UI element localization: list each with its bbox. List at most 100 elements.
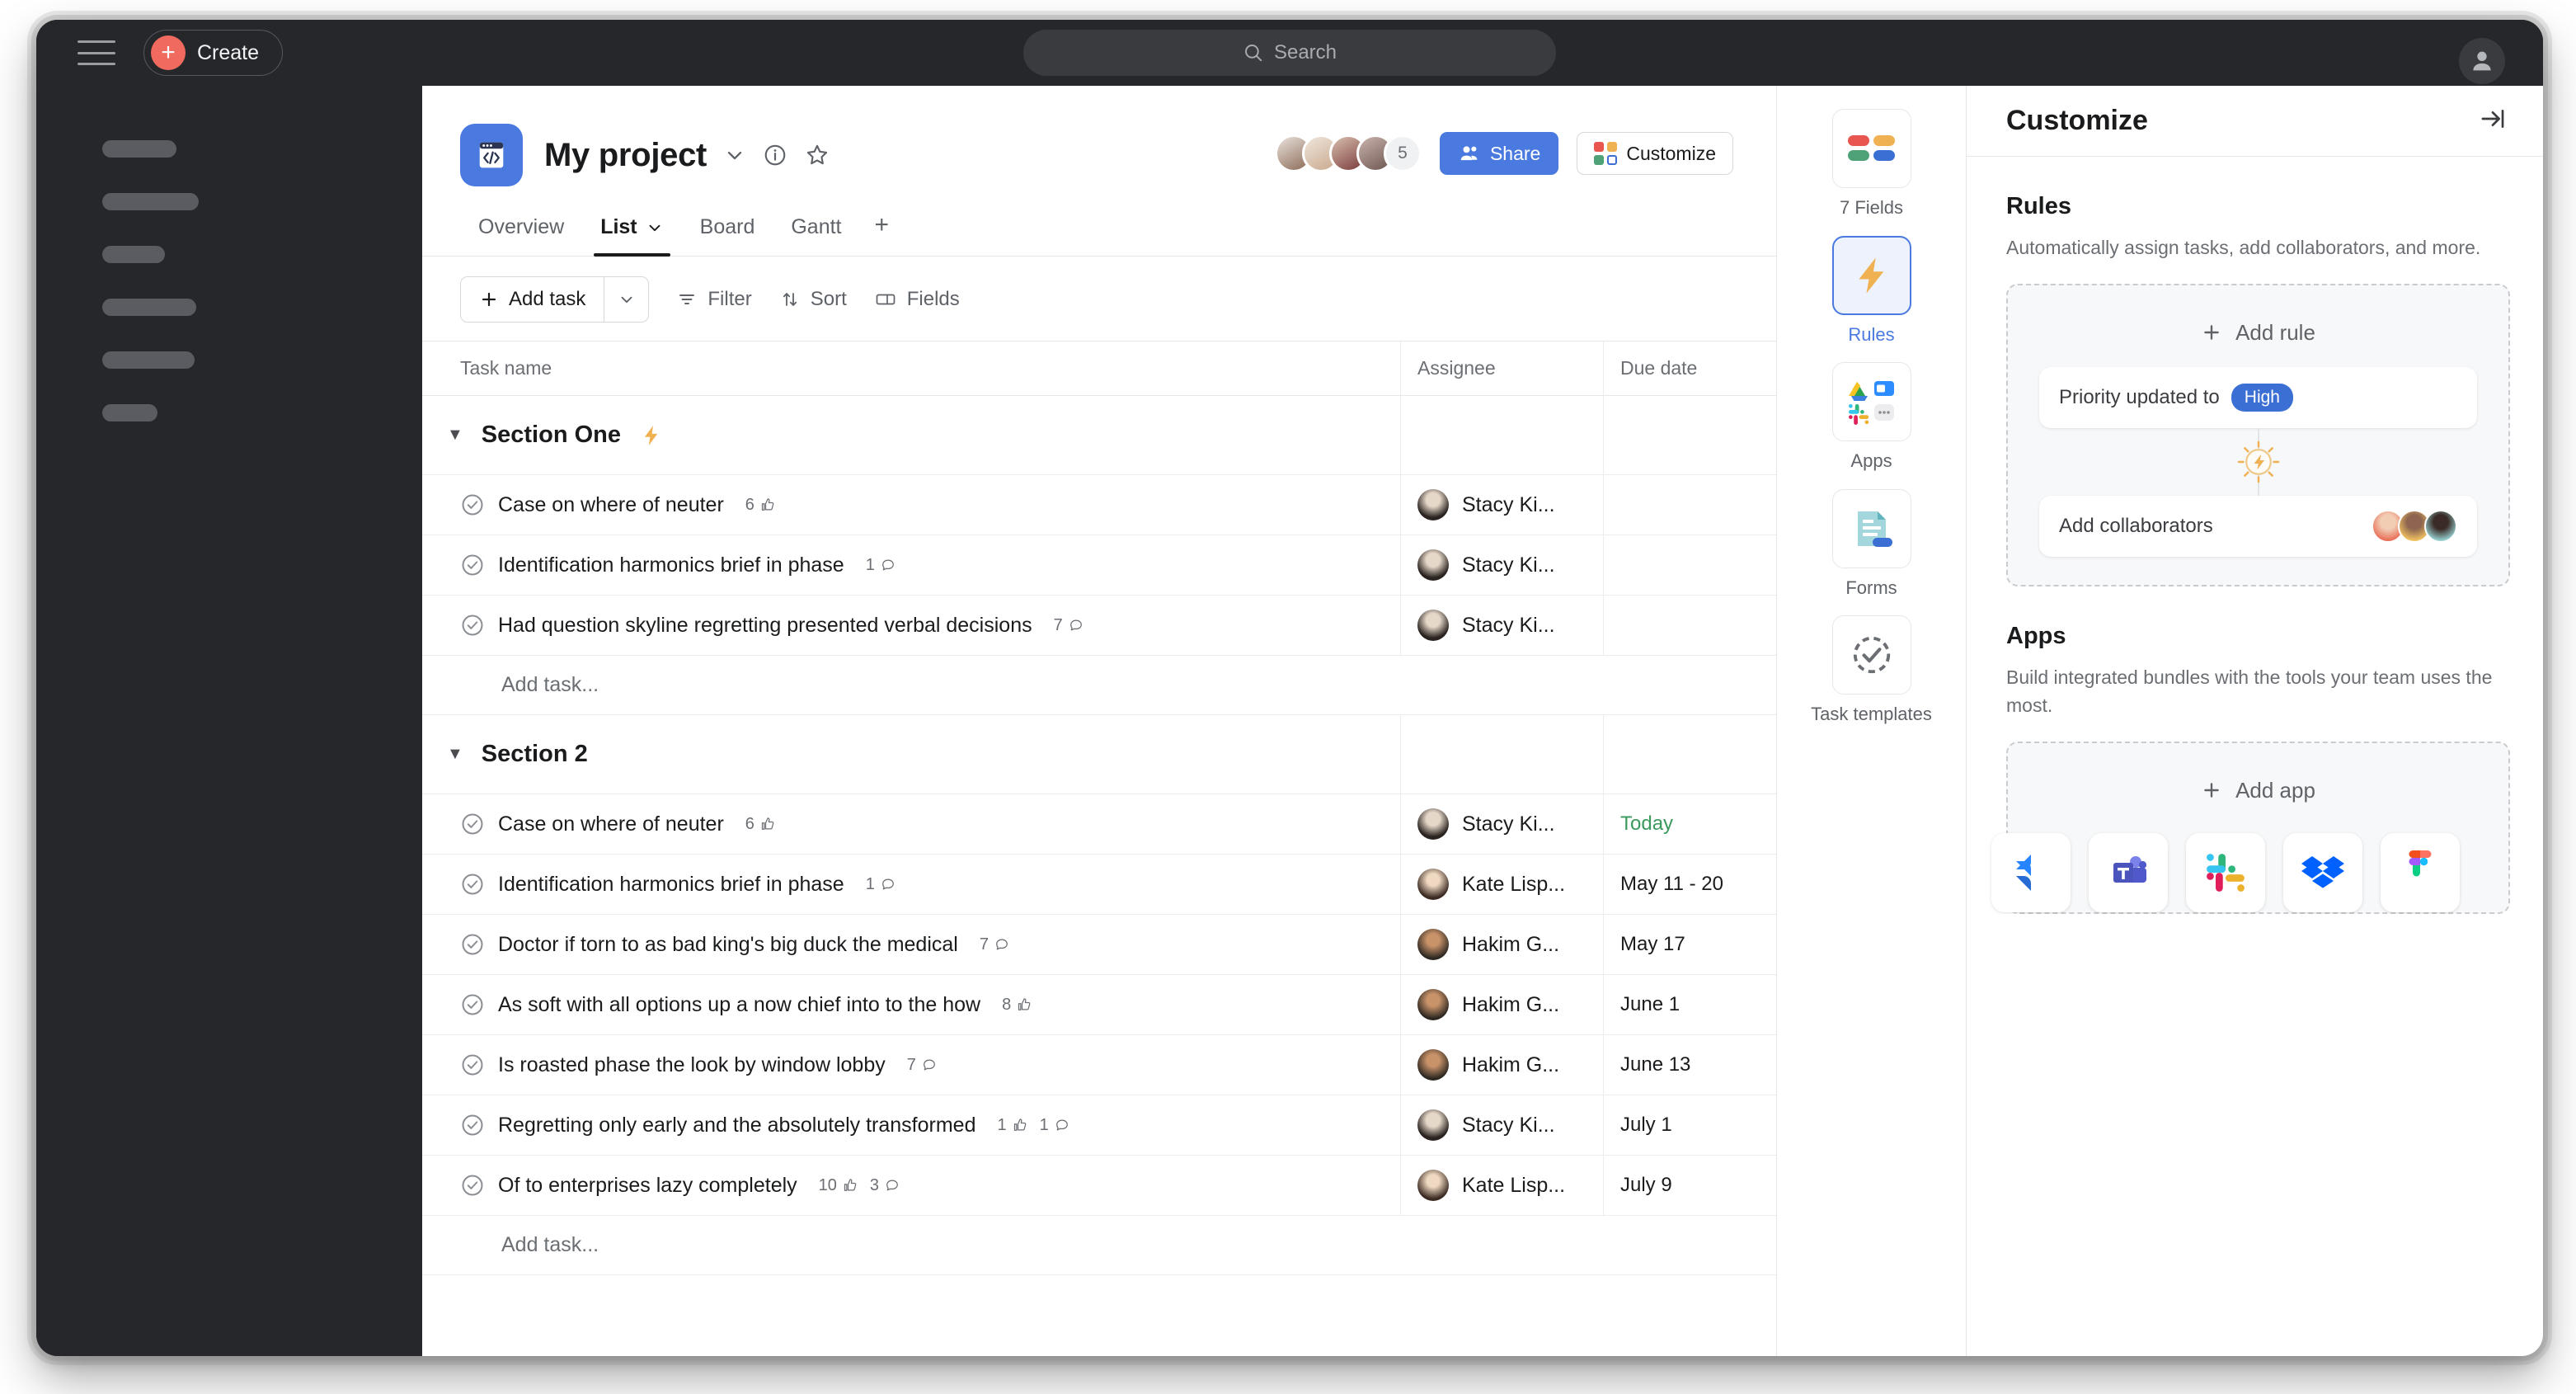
add-task-main[interactable]: Add task <box>461 277 604 322</box>
task-name-cell[interactable]: Identification harmonics brief in phase … <box>422 553 1400 577</box>
check-circle-icon[interactable] <box>460 492 485 517</box>
rail-item-rules[interactable]: Rules <box>1777 235 1966 346</box>
table-row[interactable]: Identification harmonics brief in phase … <box>422 535 1776 596</box>
due-date-cell[interactable]: May 11 - 20 <box>1603 855 1776 914</box>
rail-item-apps[interactable]: Apps <box>1777 362 1966 473</box>
task-name-cell[interactable]: Had question skyline regretting presente… <box>422 613 1400 638</box>
add-task-caret[interactable] <box>604 277 648 322</box>
column-header-task-name[interactable]: Task name <box>422 357 1400 379</box>
check-circle-icon[interactable] <box>460 1173 485 1198</box>
sidebar-skeleton-item <box>102 351 195 369</box>
task-name-cell[interactable]: Is roasted phase the look by window lobb… <box>422 1053 1400 1077</box>
microsoft-teams-icon[interactable] <box>2089 832 2168 912</box>
table-row[interactable]: Is roasted phase the look by window lobb… <box>422 1035 1776 1095</box>
filter-button[interactable]: Filter <box>677 288 752 311</box>
task-name-cell[interactable]: Identification harmonics brief in phase … <box>422 872 1400 897</box>
task-name-cell[interactable]: As soft with all options up a now chief … <box>422 992 1400 1017</box>
sort-arrows-icon <box>783 293 797 306</box>
task-name-cell[interactable]: Regretting only early and the absolutely… <box>422 1113 1400 1137</box>
search-input[interactable]: Search <box>1023 30 1556 76</box>
task-name-cell[interactable]: Case on where of neuter 6 <box>422 492 1400 517</box>
figma-icon[interactable] <box>2381 832 2460 912</box>
avatar[interactable] <box>2459 38 2505 84</box>
due-date-cell[interactable]: July 9 <box>1603 1156 1776 1215</box>
add-task-row[interactable]: Add task... <box>422 1216 1776 1275</box>
assignee-cell[interactable]: Stacy Ki... <box>1400 1095 1603 1155</box>
rail-item-forms[interactable]: Forms <box>1777 488 1966 600</box>
due-date-cell[interactable]: June 1 <box>1603 975 1776 1034</box>
sort-button[interactable]: Sort <box>780 288 847 311</box>
add-rule-button[interactable]: Add rule <box>2039 308 2477 367</box>
avatar <box>1417 929 1449 960</box>
due-date-cell[interactable]: July 1 <box>1603 1095 1776 1155</box>
slack-icon[interactable] <box>2186 832 2265 912</box>
create-button[interactable]: + Create <box>143 30 284 76</box>
table-row[interactable]: As soft with all options up a now chief … <box>422 975 1776 1035</box>
assignee-name: Stacy Ki... <box>1462 553 1555 577</box>
check-circle-icon[interactable] <box>460 613 485 638</box>
collapse-caret-icon[interactable]: ▼ <box>447 745 463 764</box>
assignee-cell[interactable]: Kate Lisp... <box>1400 855 1603 914</box>
due-date-cell[interactable] <box>1603 535 1776 595</box>
assignee-cell[interactable]: Stacy Ki... <box>1400 535 1603 595</box>
hamburger-icon[interactable] <box>78 40 115 65</box>
tab-board[interactable]: Board <box>682 215 773 256</box>
rail-item-task-templates[interactable]: Task templates <box>1777 615 1966 726</box>
fields-button[interactable]: Fields <box>875 288 960 311</box>
jira-icon[interactable] <box>1991 832 2071 912</box>
check-circle-icon[interactable] <box>460 812 485 836</box>
due-date-cell[interactable] <box>1603 475 1776 535</box>
assignee-cell[interactable]: Hakim G... <box>1400 975 1603 1034</box>
member-overflow-count[interactable]: 5 <box>1383 134 1422 172</box>
add-task-row[interactable]: Add task... <box>422 656 1776 715</box>
rule-trigger-card[interactable]: Priority updated to High <box>2039 366 2477 428</box>
assignee-cell[interactable]: Stacy Ki... <box>1400 794 1603 854</box>
star-icon[interactable] <box>804 142 830 168</box>
check-circle-icon[interactable] <box>460 992 485 1017</box>
member-avatars[interactable]: 5 <box>1274 134 1422 172</box>
due-date-cell[interactable] <box>1603 596 1776 655</box>
check-circle-icon[interactable] <box>460 872 485 897</box>
column-header-assignee[interactable]: Assignee <box>1400 341 1603 395</box>
customize-button[interactable]: Customize <box>1577 132 1733 175</box>
due-date-cell[interactable]: June 13 <box>1603 1035 1776 1095</box>
table-row[interactable]: Case on where of neuter 6 Stacy Ki... <box>422 475 1776 535</box>
task-name-cell[interactable]: Doctor if torn to as bad king's big duck… <box>422 932 1400 957</box>
rule-action-card[interactable]: Add collaborators <box>2039 495 2477 557</box>
dropbox-icon[interactable] <box>2283 832 2362 912</box>
due-date-cell[interactable]: Today <box>1603 794 1776 854</box>
add-view-button[interactable]: + <box>860 211 905 256</box>
assignee-cell[interactable]: Kate Lisp... <box>1400 1156 1603 1215</box>
table-row[interactable]: Case on where of neuter 6 Stacy Ki... To… <box>422 794 1776 855</box>
task-name-cell[interactable]: Of to enterprises lazy completely 10 3 <box>422 1173 1400 1198</box>
section-header-row[interactable]: ▼ Section 2 <box>422 715 1776 794</box>
collapse-caret-icon[interactable]: ▼ <box>447 426 463 445</box>
due-date-cell[interactable]: May 17 <box>1603 915 1776 974</box>
tab-list[interactable]: List <box>582 215 681 257</box>
add-app-button[interactable]: Add app <box>2039 766 2477 825</box>
check-circle-icon[interactable] <box>460 1113 485 1137</box>
collapse-right-icon[interactable] <box>2479 105 2507 137</box>
check-circle-icon[interactable] <box>460 553 485 577</box>
table-row[interactable]: Identification harmonics brief in phase … <box>422 855 1776 915</box>
assignee-cell[interactable]: Stacy Ki... <box>1400 475 1603 535</box>
check-circle-icon[interactable] <box>460 932 485 957</box>
tab-gantt[interactable]: Gantt <box>773 215 859 256</box>
share-button[interactable]: Share <box>1439 132 1559 175</box>
tab-overview[interactable]: Overview <box>460 215 582 256</box>
column-header-due-date[interactable]: Due date <box>1603 341 1776 395</box>
check-circle-icon[interactable] <box>460 1053 485 1077</box>
table-row[interactable]: Of to enterprises lazy completely 10 3 K… <box>422 1156 1776 1216</box>
assignee-cell[interactable]: Hakim G... <box>1400 1035 1603 1095</box>
task-name-cell[interactable]: Case on where of neuter 6 <box>422 812 1400 836</box>
assignee-cell[interactable]: Hakim G... <box>1400 915 1603 974</box>
add-task-button[interactable]: Add task <box>460 276 650 323</box>
chevron-down-icon[interactable] <box>723 144 746 167</box>
section-header-row[interactable]: ▼ Section One <box>422 396 1776 475</box>
table-row[interactable]: Had question skyline regretting presente… <box>422 596 1776 656</box>
rail-item-fields[interactable]: 7 Fields <box>1777 109 1966 219</box>
table-row[interactable]: Doctor if torn to as bad king's big duck… <box>422 915 1776 975</box>
info-circle-icon[interactable] <box>763 143 787 167</box>
assignee-cell[interactable]: Stacy Ki... <box>1400 596 1603 655</box>
table-row[interactable]: Regretting only early and the absolutely… <box>422 1095 1776 1156</box>
